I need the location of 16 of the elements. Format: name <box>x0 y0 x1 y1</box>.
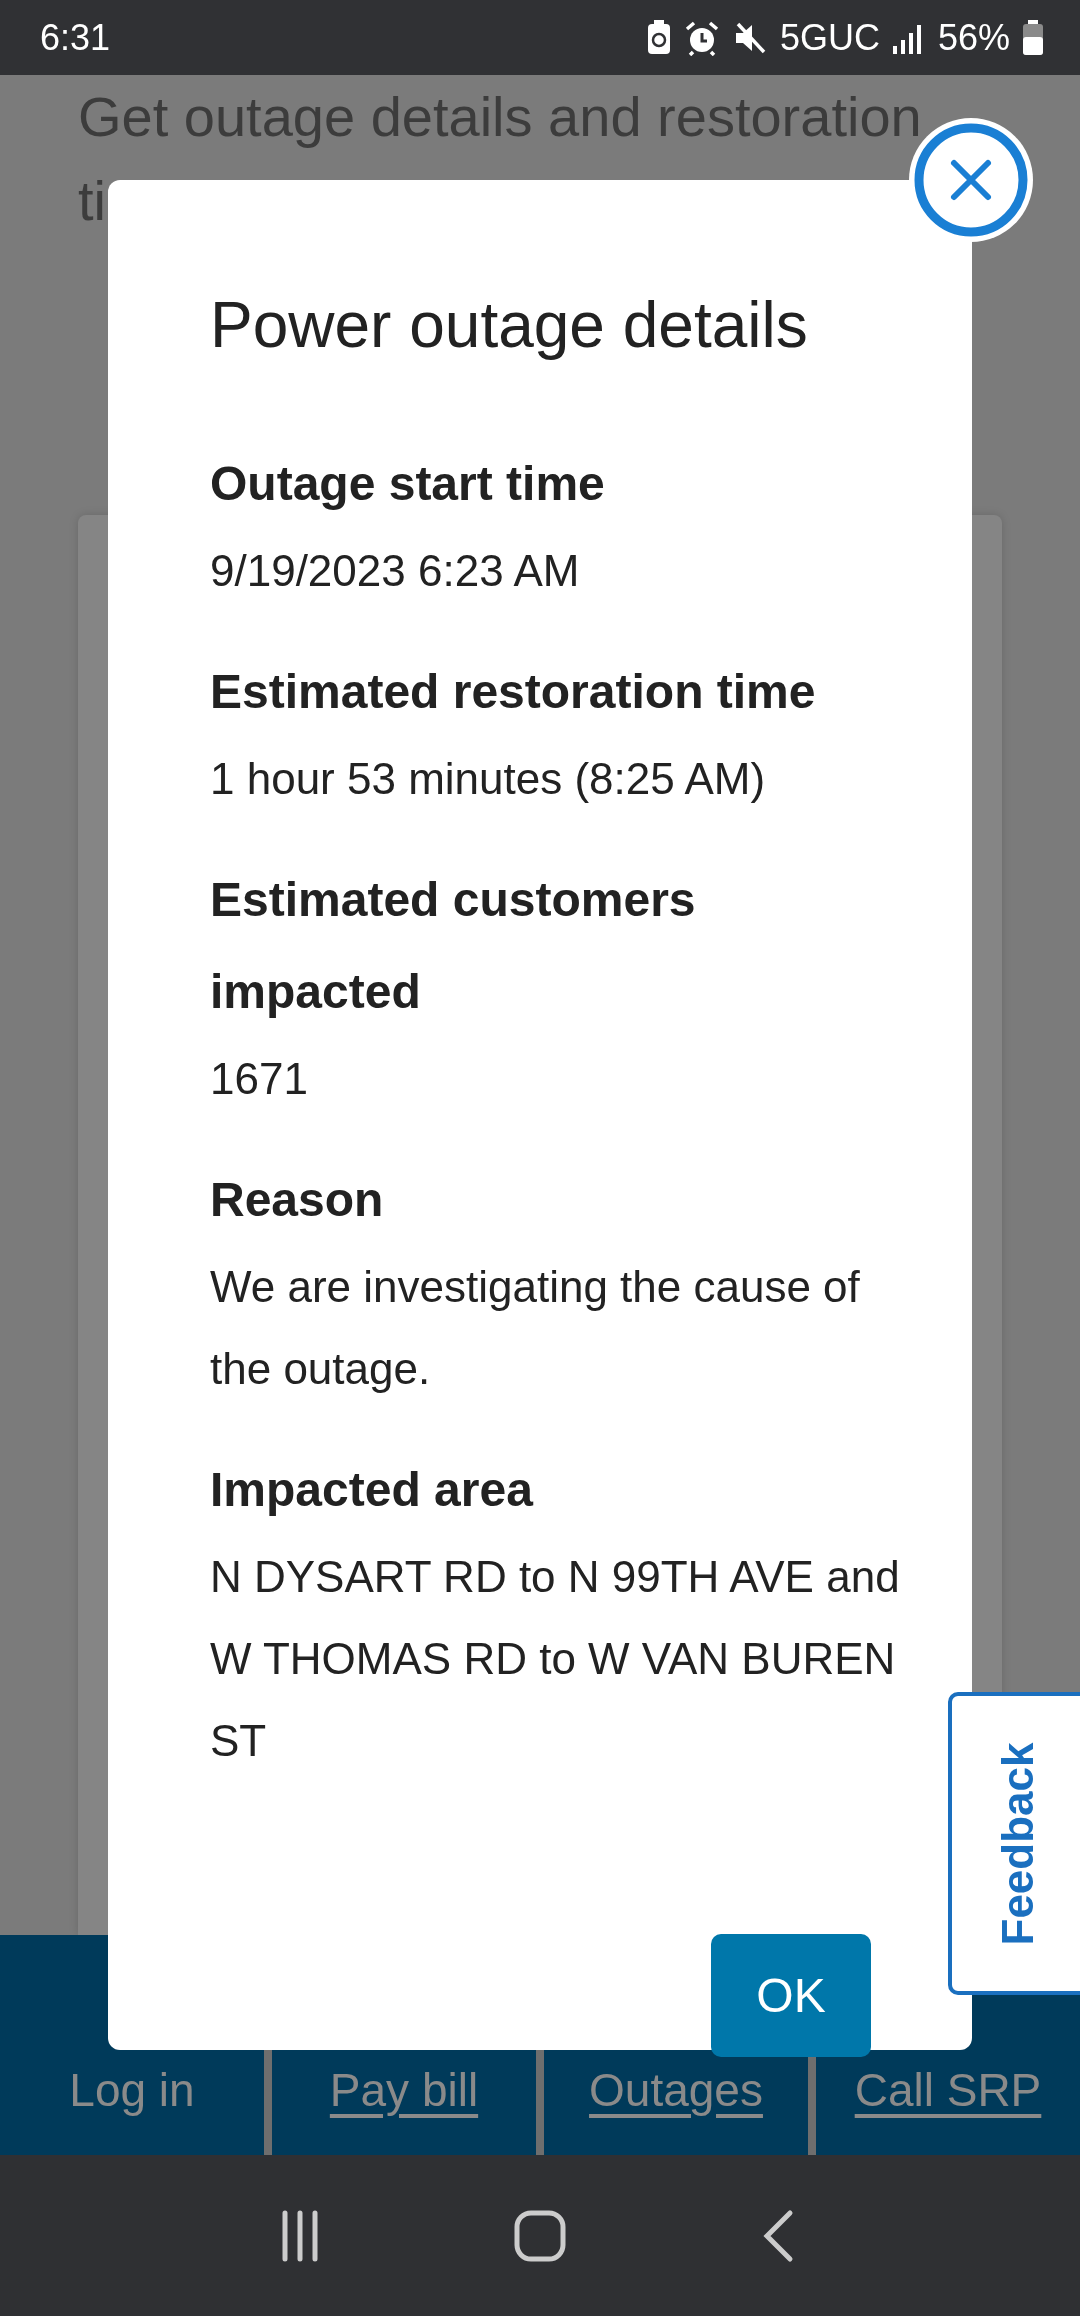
field-label: Estimated customers impacted <box>210 872 697 1020</box>
field-value: N DYSART RD to N 99TH AVE and W THOMAS RD to W VAN BUREN ST <box>210 1551 901 1767</box>
dialog-title: Power outage details <box>210 288 809 363</box>
field-value: 1671 <box>210 1053 309 1105</box>
intro-text: ti <box>78 168 106 234</box>
field-label: Impacted area <box>210 1462 535 1518</box>
network-label: 5GUC <box>779 16 880 59</box>
field-label: Estimated restoration time <box>210 664 817 720</box>
clock: 6:31 <box>40 16 111 59</box>
field-value: We are investigating the cause of the outage. <box>210 1261 861 1395</box>
battery-percent: 56% <box>937 16 1010 59</box>
field-value: 1 hour 53 minutes (8:25 AM) <box>210 753 767 805</box>
field-value: 9/19/2023 6:23 AM <box>210 545 581 597</box>
field-label: Outage start time <box>210 456 606 512</box>
field-label: Reason <box>210 1172 385 1228</box>
intro-text: Get outage details and restoration <box>78 84 922 150</box>
